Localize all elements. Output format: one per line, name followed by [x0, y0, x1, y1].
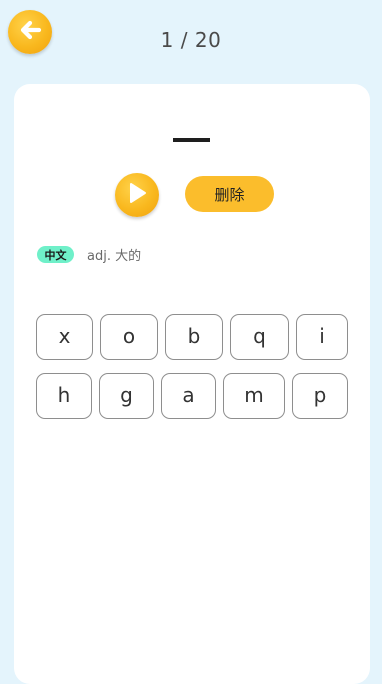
letter-key[interactable]: a	[161, 373, 216, 419]
play-audio-button[interactable]	[115, 173, 159, 217]
letter-key[interactable]: i	[296, 314, 348, 360]
answer-blank	[173, 138, 210, 142]
letter-key[interactable]: m	[223, 373, 285, 419]
letter-key[interactable]: q	[230, 314, 289, 360]
letter-key[interactable]: o	[100, 314, 158, 360]
word-meaning: adj. 大的	[87, 249, 142, 264]
letter-key[interactable]: g	[99, 373, 154, 419]
letter-key[interactable]: h	[36, 373, 92, 419]
play-icon	[126, 181, 148, 209]
letter-key[interactable]: x	[36, 314, 93, 360]
letter-key[interactable]: b	[165, 314, 223, 360]
quiz-card: 删除 中文 adj. 大的 x o b q i h g a m p	[14, 84, 370, 684]
letter-key[interactable]: p	[292, 373, 348, 419]
language-badge: 中文	[37, 246, 74, 263]
delete-button[interactable]: 删除	[185, 176, 274, 212]
progress-counter: 1 / 20	[160, 28, 222, 52]
